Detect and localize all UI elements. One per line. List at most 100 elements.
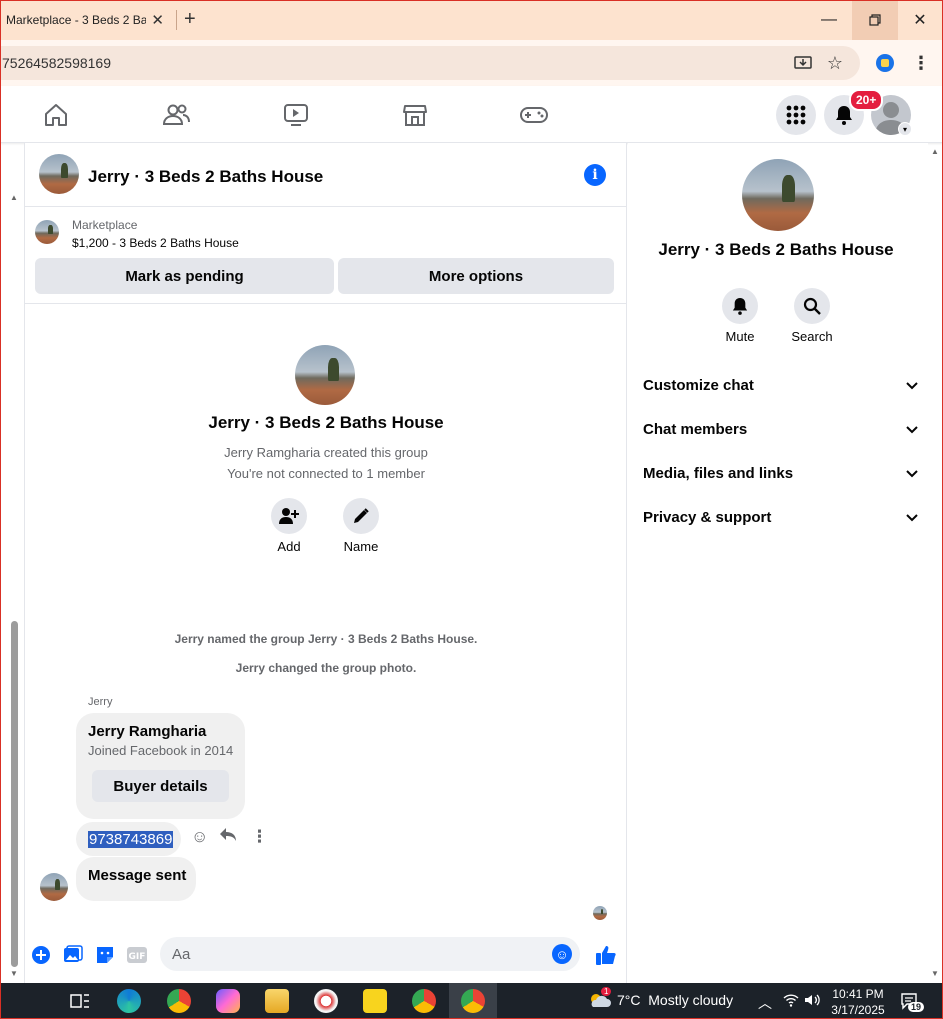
clock-date: 3/17/2025 bbox=[831, 1003, 885, 1017]
gaming-icon[interactable] bbox=[519, 100, 549, 130]
search-icon bbox=[803, 297, 821, 315]
emoji-icon[interactable]: ☺ bbox=[552, 944, 572, 964]
customize-chat-row[interactable]: Customize chat bbox=[643, 365, 918, 405]
section-label: Media, files and links bbox=[643, 464, 794, 482]
mark-as-pending-button[interactable]: Mark as pending bbox=[35, 258, 334, 294]
weather-cloud-icon: 1 bbox=[587, 987, 612, 1009]
scroll-down-icon[interactable]: ▼ bbox=[931, 969, 939, 978]
message-input[interactable]: Aa ☺ bbox=[160, 937, 580, 971]
account-chevron-icon[interactable]: ▾ bbox=[898, 122, 912, 136]
privacy-support-row[interactable]: Privacy & support bbox=[643, 497, 918, 537]
svg-text:GIF: GIF bbox=[129, 952, 146, 962]
listing-title[interactable]: $1,200 - 3 Beds 2 Baths House bbox=[72, 236, 239, 250]
new-tab-icon[interactable]: + bbox=[184, 8, 196, 30]
wifi-icon[interactable] bbox=[783, 993, 799, 1012]
system-message: Jerry changed the group photo. bbox=[235, 661, 417, 675]
listing-thumbnail[interactable] bbox=[35, 220, 59, 244]
page-scrollbar[interactable]: ▲ ▼ bbox=[928, 143, 943, 983]
sticker-icon[interactable] bbox=[94, 944, 116, 966]
buyer-details-button[interactable]: Buyer details bbox=[92, 770, 229, 802]
chevron-down-icon bbox=[906, 421, 918, 438]
mute-button[interactable] bbox=[722, 288, 758, 324]
chevron-down-icon bbox=[906, 377, 918, 394]
intro-created-by: Jerry Ramgharia created this group bbox=[224, 445, 428, 460]
buyer-joined: Joined Facebook in 2014 bbox=[88, 743, 234, 758]
watch-video-icon[interactable] bbox=[281, 100, 311, 130]
restore-button[interactable] bbox=[852, 0, 898, 40]
windows-taskbar: 1 7°C Mostly cloudy ︿ 10:41 PM 3/17/2025… bbox=[0, 983, 943, 1019]
message-composer: GIF Aa ☺ bbox=[25, 933, 627, 977]
bell-icon bbox=[732, 298, 748, 315]
chat-scrollbar[interactable]: ▲ ▼ bbox=[8, 143, 22, 983]
react-smile-icon[interactable]: ☺ bbox=[191, 827, 208, 847]
copilot-icon[interactable] bbox=[216, 989, 240, 1013]
tab-separator bbox=[176, 10, 177, 30]
section-label: Chat members bbox=[643, 420, 748, 438]
browser-menu-icon[interactable]: ⋮ bbox=[910, 52, 932, 74]
like-thumb-icon[interactable] bbox=[593, 944, 619, 966]
phone-number-text[interactable]: 9738743869 bbox=[88, 830, 174, 848]
chrome-profile-icon[interactable] bbox=[412, 989, 436, 1013]
scroll-up-icon[interactable]: ▲ bbox=[10, 193, 18, 202]
scrollbar-thumb[interactable] bbox=[11, 621, 18, 967]
attach-photo-icon[interactable] bbox=[62, 944, 84, 966]
search-chat-button[interactable] bbox=[794, 288, 830, 324]
chat-title[interactable]: Jerry · 3 Beds 2 Baths House bbox=[88, 167, 323, 187]
install-app-icon[interactable] bbox=[792, 52, 814, 74]
task-view-icon[interactable] bbox=[68, 989, 92, 1013]
info-icon[interactable]: i bbox=[584, 164, 606, 186]
chrome-icon[interactable] bbox=[167, 989, 191, 1013]
sticky-notes-icon[interactable] bbox=[363, 989, 387, 1013]
home-icon[interactable] bbox=[41, 100, 71, 130]
snipping-tool-icon[interactable] bbox=[314, 989, 338, 1013]
scroll-up-icon[interactable]: ▲ bbox=[931, 147, 939, 156]
sent-message-bubble[interactable]: Message sent bbox=[76, 857, 196, 901]
add-member-button[interactable] bbox=[271, 498, 307, 534]
scroll-down-icon[interactable]: ▼ bbox=[10, 969, 18, 978]
friends-icon[interactable] bbox=[161, 100, 191, 130]
tab-close-icon[interactable]: ✕ bbox=[151, 11, 164, 29]
browser-tab[interactable]: Marketplace - 3 Beds 2 Ba ✕ bbox=[0, 4, 172, 36]
chat-members-row[interactable]: Chat members bbox=[643, 409, 918, 449]
grid-icon bbox=[786, 105, 806, 125]
intro-title: Jerry · 3 Beds 2 Baths House bbox=[208, 413, 444, 432]
media-files-links-row[interactable]: Media, files and links bbox=[643, 453, 918, 493]
phone-message-bubble[interactable]: 9738743869 bbox=[76, 822, 181, 856]
sender-avatar[interactable] bbox=[40, 873, 68, 901]
close-window-button[interactable]: ✕ bbox=[897, 0, 943, 40]
volume-icon[interactable] bbox=[804, 993, 820, 1012]
group-photo[interactable] bbox=[39, 154, 79, 194]
intro-connection-status: You're not connected to 1 member bbox=[227, 466, 425, 481]
weather-widget[interactable]: 1 7°C Mostly cloudy bbox=[587, 987, 733, 1009]
reply-icon[interactable] bbox=[219, 827, 237, 848]
system-clock[interactable]: 10:41 PM 3/17/2025 bbox=[826, 986, 890, 1018]
more-actions-icon[interactable]: ⋮ bbox=[251, 827, 268, 847]
chat-header: Jerry · 3 Beds 2 Baths House i bbox=[25, 143, 627, 207]
plus-actions-icon[interactable] bbox=[30, 944, 52, 966]
clock-time: 10:41 PM bbox=[832, 987, 884, 1001]
add-person-icon bbox=[279, 508, 299, 524]
menu-grid-button[interactable] bbox=[776, 95, 816, 135]
tab-title: Marketplace - 3 Beds 2 Ba bbox=[6, 13, 146, 27]
add-label: Add bbox=[277, 539, 301, 554]
sender-name: Jerry bbox=[88, 696, 113, 708]
pencil-icon bbox=[354, 508, 369, 523]
more-options-button[interactable]: More options bbox=[338, 258, 614, 294]
file-explorer-icon[interactable] bbox=[265, 989, 289, 1013]
name-label: Name bbox=[343, 539, 379, 554]
gif-icon[interactable]: GIF bbox=[126, 944, 148, 966]
chrome-active-icon[interactable] bbox=[461, 989, 485, 1013]
chevron-up-icon[interactable]: ︿ bbox=[758, 993, 772, 1013]
notification-center-icon[interactable]: 19 bbox=[900, 992, 925, 1015]
edge-browser-icon[interactable] bbox=[117, 989, 141, 1013]
restore-icon bbox=[869, 14, 881, 26]
minimize-button[interactable]: — bbox=[806, 0, 852, 40]
search-label: Search bbox=[791, 329, 833, 344]
profile-extension-icon[interactable] bbox=[874, 52, 896, 74]
bookmark-star-icon[interactable]: ☆ bbox=[824, 52, 846, 74]
name-group-button[interactable] bbox=[343, 498, 379, 534]
section-label: Privacy & support bbox=[643, 508, 772, 526]
address-bar[interactable]: 75264582598169 bbox=[0, 46, 860, 80]
marketplace-icon[interactable] bbox=[400, 100, 430, 130]
details-title: Jerry · 3 Beds 2 Baths House bbox=[658, 240, 894, 259]
